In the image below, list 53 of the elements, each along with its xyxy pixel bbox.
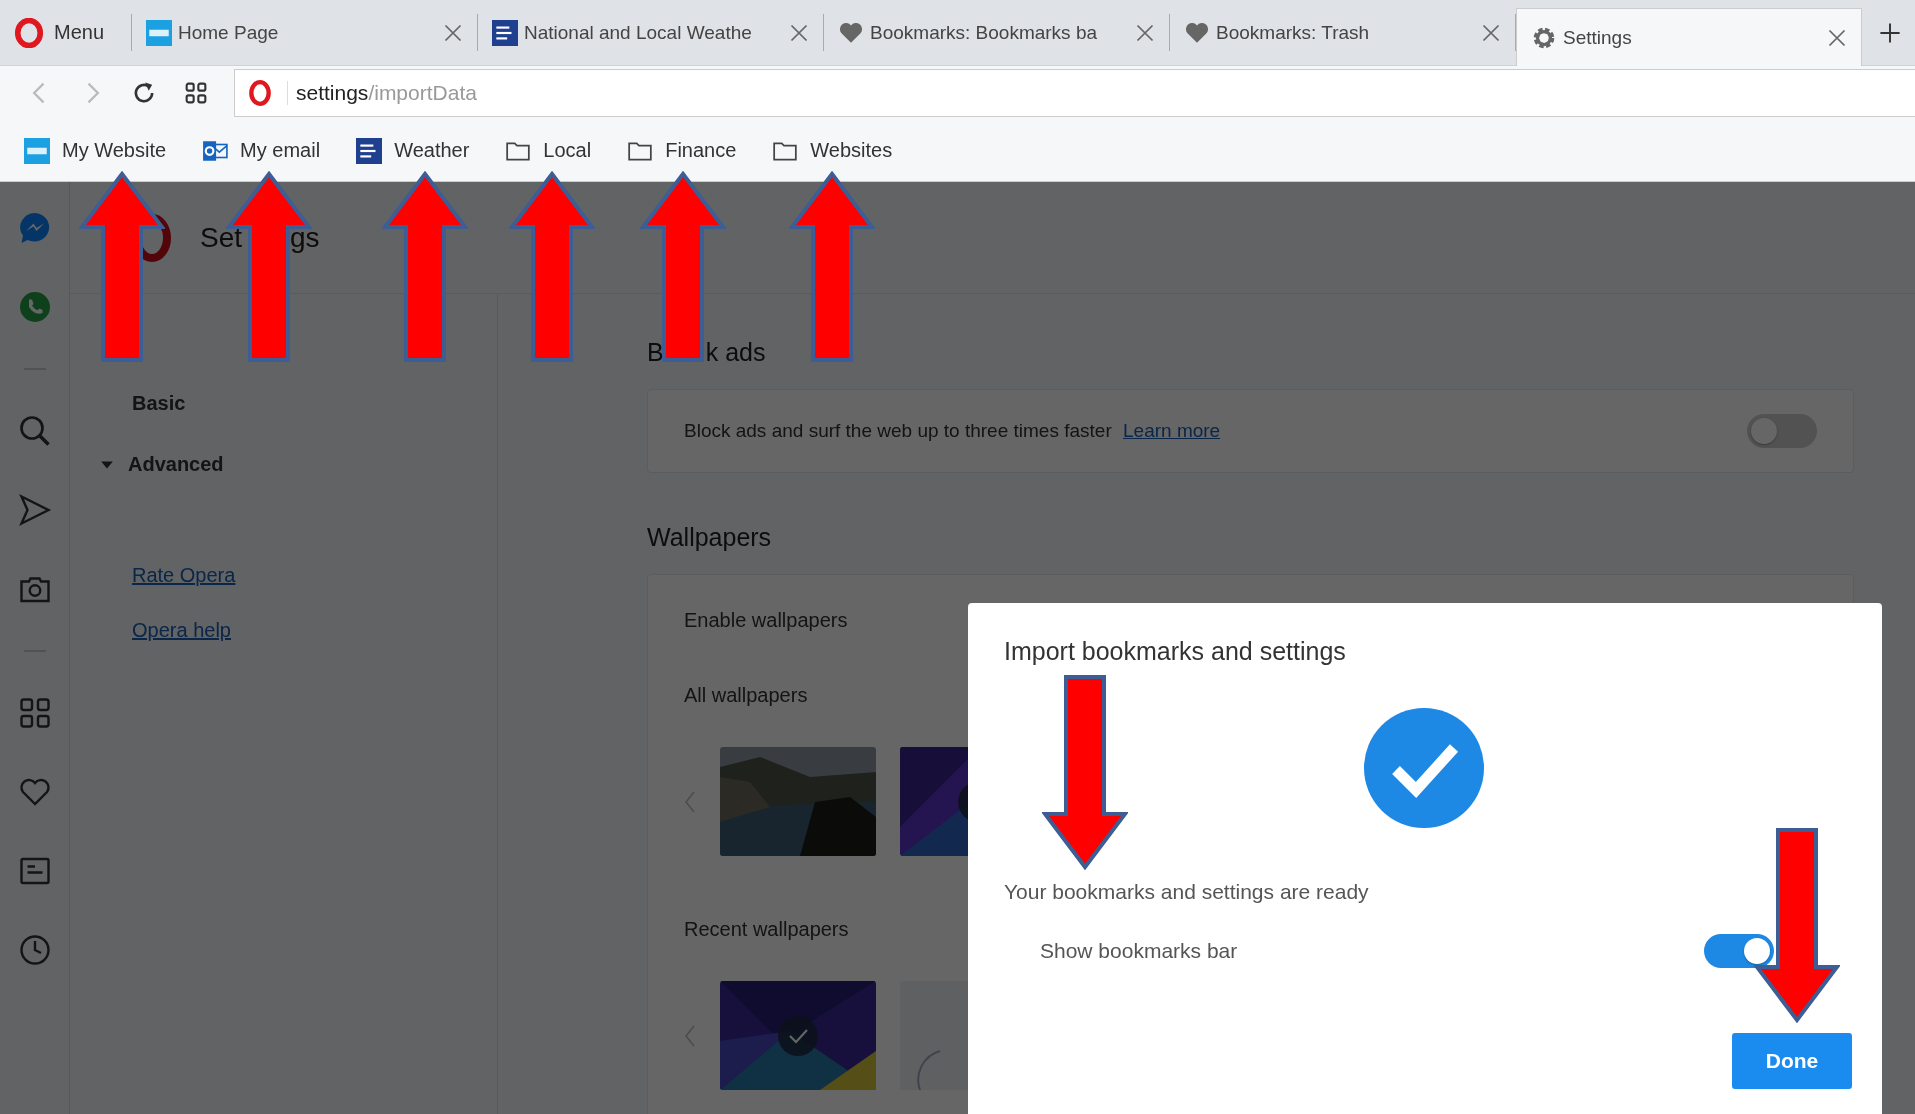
setting-label: Enable wallpapers <box>684 609 849 632</box>
setting-label: All wallpapers <box>684 684 809 707</box>
address-field[interactable]: settings/importData <box>234 69 1915 117</box>
page-title: gs <box>290 221 320 254</box>
weather-logo-icon <box>356 137 383 164</box>
bookmark-item[interactable]: My email <box>202 137 321 164</box>
opera-logo-icon <box>14 17 44 48</box>
website-logo-icon <box>146 19 172 46</box>
option-label: Show bookmarks bar <box>1040 939 1238 963</box>
browser-tab[interactable]: Bookmarks: Bookmarks ba <box>824 14 1170 51</box>
browser-tab[interactable]: Home Page <box>132 14 478 51</box>
bookmark-label: Local <box>543 139 592 162</box>
bookmark-label: My email <box>240 139 321 162</box>
close-icon[interactable] <box>789 22 809 43</box>
weather-logo-icon <box>492 19 518 46</box>
close-icon[interactable] <box>1827 27 1847 48</box>
bookmark-item[interactable]: My Website <box>24 137 167 164</box>
setting-label: Recent wallpapers <box>684 918 850 941</box>
bookmark-item[interactable]: Local <box>505 137 592 164</box>
send-icon[interactable] <box>16 492 53 528</box>
close-icon[interactable] <box>1481 22 1501 43</box>
browser-tab[interactable]: Settings <box>1516 8 1862 66</box>
bookmark-label: Websites <box>810 139 893 162</box>
bookmark-label: Finance <box>665 139 737 162</box>
success-check-icon <box>1364 708 1484 828</box>
url-text: settings/importData <box>287 81 477 105</box>
section-heading: k ads <box>705 338 766 367</box>
tab-title: Settings <box>1563 26 1633 49</box>
bookmark-item[interactable]: Finance <box>627 137 737 164</box>
toggle-switch[interactable] <box>1747 414 1817 448</box>
website-logo-icon <box>24 137 50 164</box>
section-heading: Wallpapers <box>647 523 773 552</box>
bookmark-item[interactable]: Weather <box>356 137 470 164</box>
bookmark-label: Weather <box>394 139 470 162</box>
tab-title: Bookmarks: Bookmarks ba <box>870 21 1099 44</box>
opera-logo-icon <box>247 80 273 106</box>
tab-title: Bookmarks: Trash <box>1216 21 1371 44</box>
dialog-message: Your bookmarks and settings are ready <box>1004 880 1370 904</box>
tab-title: Home Page <box>178 21 280 44</box>
bookmark-label: My Website <box>62 139 167 162</box>
menu-button[interactable]: Menu <box>0 14 132 51</box>
browser-tab[interactable]: Bookmarks: Trash <box>1170 14 1516 51</box>
page-title: Set <box>200 221 243 254</box>
close-icon[interactable] <box>1135 22 1155 43</box>
bookmark-item[interactable]: Websites <box>772 137 893 164</box>
browser-tab[interactable]: National and Local Weathe <box>478 14 824 51</box>
toggle-switch[interactable] <box>1704 934 1774 968</box>
close-icon[interactable] <box>443 22 463 43</box>
tab-title: National and Local Weathe <box>524 21 753 44</box>
new-tab-icon[interactable] <box>1878 20 1902 45</box>
dialog-title: Import bookmarks and settings <box>1004 637 1347 666</box>
section-heading: B <box>647 338 664 367</box>
setting-description: Block ads and surf the web up to three times faster Learn more <box>684 420 1221 442</box>
